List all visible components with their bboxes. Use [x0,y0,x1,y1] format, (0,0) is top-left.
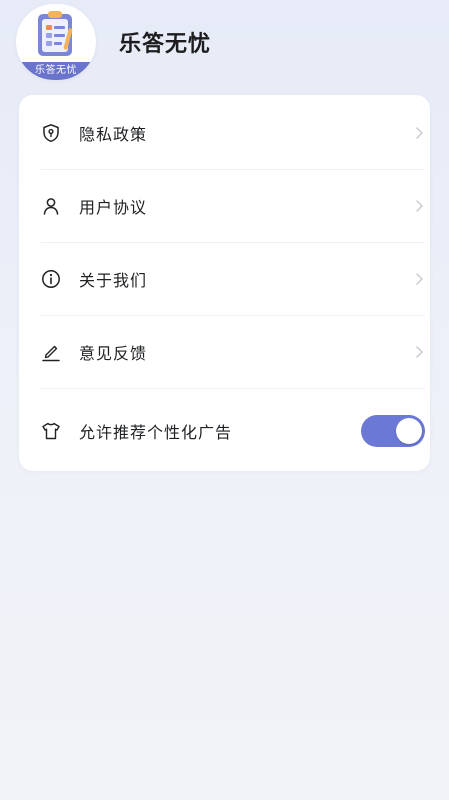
menu-item-label: 隐私政策 [79,125,148,144]
chevron-right-icon [416,200,423,212]
shield-icon [43,124,59,143]
app-title: 乐答无忧 [119,32,212,57]
menu-item-label: 用户协议 [79,198,148,217]
menu-item-user-agreement[interactable]: 用户协议 [41,170,425,243]
app-header: 乐答无忧 乐答无忧 [16,4,436,80]
chevron-right-icon [416,273,423,285]
chevron-right-icon [416,127,423,139]
user-icon [43,198,59,215]
personalized-ads-toggle[interactable] [361,415,425,447]
clipboard-icon [38,11,73,56]
menu-item-about-us[interactable]: 关于我们 [41,243,425,316]
toggle-knob [396,418,422,444]
menu-item-personalized-ads: 允许推荐个性化广告 [41,389,425,473]
pen-icon [42,345,60,362]
menu-item-label: 允许推荐个性化广告 [79,423,233,442]
menu-item-label: 意见反馈 [79,344,148,363]
settings-card: 隐私政策 用户协议 关于我们 意见反馈 允许推荐个性化广告 [19,95,430,471]
info-icon [42,270,60,288]
app-logo: 乐答无忧 [16,4,96,80]
logo-text: 乐答无忧 [16,62,96,80]
menu-item-label: 关于我们 [79,271,148,290]
shirt-icon [42,422,60,440]
menu-item-privacy-policy[interactable]: 隐私政策 [41,97,425,170]
chevron-right-icon [416,346,423,358]
menu-item-feedback[interactable]: 意见反馈 [41,316,425,389]
